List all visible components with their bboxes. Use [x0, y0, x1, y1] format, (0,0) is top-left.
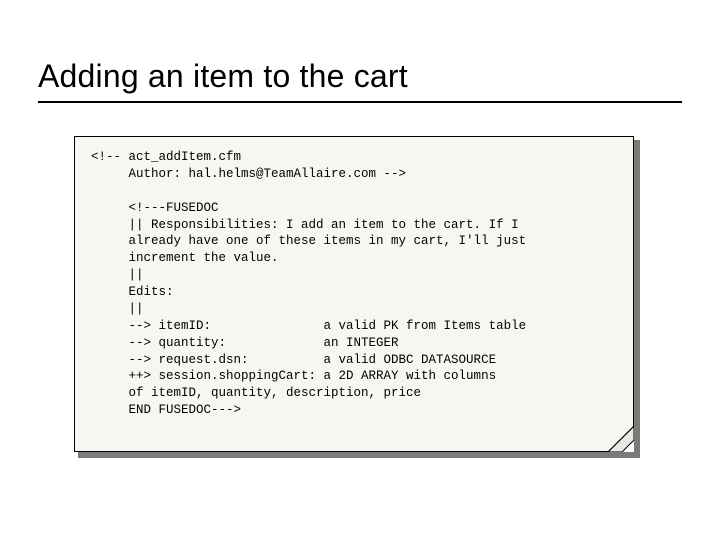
title-underline [38, 101, 682, 103]
code-text: <!-- act_addItem.cfm Author: hal.helms@T… [91, 149, 617, 419]
code-box: <!-- act_addItem.cfm Author: hal.helms@T… [74, 136, 634, 452]
slide: Adding an item to the cart <!-- act_addI… [0, 0, 720, 540]
title-block: Adding an item to the cart [38, 58, 682, 103]
slide-title: Adding an item to the cart [38, 58, 682, 95]
page-curl-icon [608, 426, 634, 452]
